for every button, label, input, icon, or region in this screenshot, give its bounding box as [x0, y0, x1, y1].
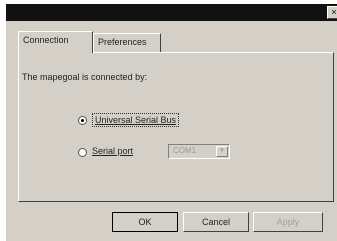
radio-selected-dot	[81, 119, 84, 122]
apply-button[interactable]: Apply	[253, 212, 323, 232]
usb-radio-label[interactable]: Universal Serial Bus	[92, 113, 180, 127]
tab-preferences[interactable]: Preferences	[93, 33, 161, 52]
tab-preferences-label: Preferences	[98, 37, 147, 47]
usb-radio[interactable]	[78, 116, 87, 125]
serial-port-select[interactable]: COM1 ▼	[168, 144, 230, 159]
ok-button[interactable]: OK	[112, 212, 178, 232]
close-icon: ×	[331, 7, 337, 17]
serial-port-radio[interactable]	[78, 148, 87, 157]
chevron-down-icon[interactable]: ▼	[216, 146, 228, 157]
title-bar: ×	[6, 4, 337, 21]
close-button[interactable]: ×	[327, 6, 337, 19]
cancel-button[interactable]: Cancel	[183, 212, 249, 232]
serial-port-radio-label[interactable]: Serial port	[92, 146, 133, 156]
serial-port-select-value: COM1	[173, 146, 197, 155]
connection-description: The mapegoal is connected by:	[22, 72, 148, 82]
tab-connection-label: Connection	[23, 35, 69, 45]
tab-connection[interactable]: Connection	[18, 31, 93, 53]
